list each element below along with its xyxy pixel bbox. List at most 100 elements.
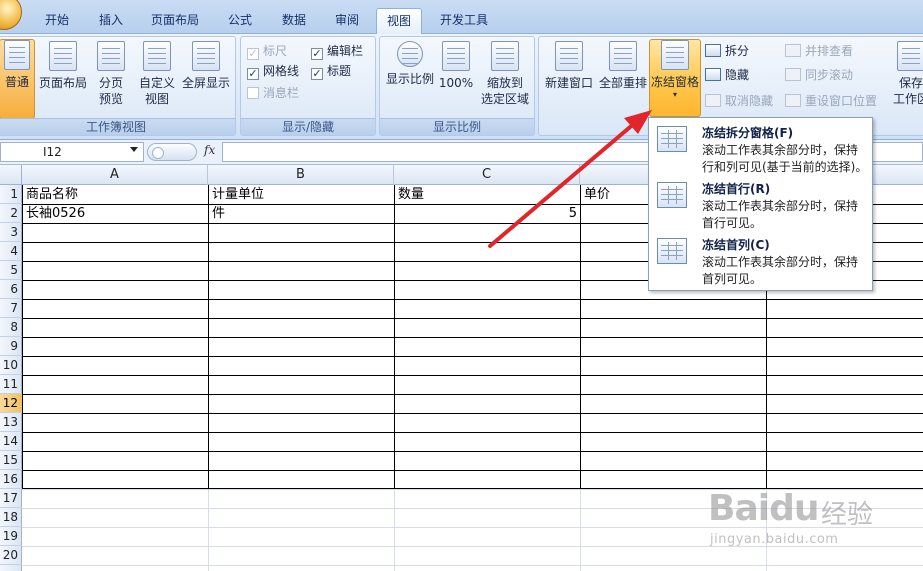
tab-developer[interactable]: 开发工具 <box>426 8 502 34</box>
watermark: Baidu 经验 jingyan.baidu.com <box>708 488 916 560</box>
headings-checkbox[interactable]: ✓ 标题 <box>311 61 351 81</box>
view-side-by-side-button[interactable]: 并排查看 <box>785 41 853 61</box>
cell-b1[interactable]: 计量单位 <box>209 185 394 204</box>
custom-views-button[interactable]: 自定义 视图 <box>137 41 177 107</box>
cell-c2[interactable]: 5 <box>395 204 580 223</box>
row-header[interactable]: 4 <box>0 242 22 261</box>
unhide-button[interactable]: 取消隐藏 <box>705 91 773 111</box>
tab-data[interactable]: 数据 <box>268 8 320 34</box>
tab-review[interactable]: 审阅 <box>322 8 372 34</box>
zoom-100-button[interactable]: 100% <box>438 41 474 91</box>
row-header[interactable]: 3 <box>0 223 22 242</box>
menu-item-freeze-top-row[interactable]: 冻结首行(R) 滚动工作表其余部分时，保持首行可见。 <box>651 176 870 232</box>
group-label-workbook-views: 工作簿视图 <box>0 118 235 135</box>
row-header[interactable]: 20 <box>0 546 22 565</box>
formula-bar-checkbox[interactable]: ✓ 编辑栏 <box>311 41 363 61</box>
tab-view[interactable]: 视图 <box>376 8 422 34</box>
normal-view-button[interactable]: 普通 <box>0 39 35 119</box>
message-bar-check-icon <box>247 87 259 99</box>
group-label-zoom: 显示比例 <box>380 118 534 135</box>
insert-function-icon[interactable]: fx <box>204 143 215 157</box>
cell-b2[interactable]: 件 <box>209 204 394 223</box>
save-workspace-label-1: 保存 <box>898 76 923 90</box>
menu-item-desc: 滚动工作表其余部分时，保持行和列可见(基于当前的选择)。 <box>702 143 868 174</box>
row-header[interactable]: 7 <box>0 299 22 318</box>
message-bar-checkbox[interactable]: 消息栏 <box>247 83 299 103</box>
row-header[interactable]: 6 <box>0 280 22 299</box>
tab-formulas[interactable]: 公式 <box>214 8 266 34</box>
save-workspace-icon <box>897 41 923 71</box>
tab-insert[interactable]: 插入 <box>86 8 136 34</box>
sync-scroll-button[interactable]: 同步滚动 <box>785 65 853 85</box>
new-window-button[interactable]: 新建窗口 <box>543 41 595 91</box>
menu-item-title: 冻结首行(R) <box>702 182 771 196</box>
menu-item-title: 冻结拆分窗格(F) <box>702 126 794 140</box>
save-workspace-button[interactable]: 保存 工作区 <box>889 41 923 107</box>
split-button[interactable]: 拆分 <box>705 41 749 61</box>
split-icon <box>705 44 721 57</box>
new-window-label: 新建窗口 <box>544 76 593 90</box>
tab-page-layout[interactable]: 页面布局 <box>138 8 212 34</box>
row-header[interactable]: 11 <box>0 375 22 394</box>
row-header[interactable]: 19 <box>0 527 22 546</box>
fullscreen-button[interactable]: 全屏显示 <box>179 41 233 91</box>
row-header-selected[interactable]: 12 <box>0 394 22 413</box>
normal-view-label: 普通 <box>4 75 29 89</box>
row-header[interactable]: 15 <box>0 451 22 470</box>
watermark-text: 经验 <box>821 500 874 530</box>
arrange-all-button[interactable]: 全部重排 <box>597 41 649 91</box>
fullscreen-label: 全屏显示 <box>181 76 230 90</box>
freeze-panes-button[interactable]: 冻结窗格 ▾ <box>649 39 701 117</box>
group-workbook-views: 普通 页面布局 分页 预览 自定义 视图 全屏显示 工作簿视图 <box>0 36 236 136</box>
freeze-panes-icon <box>661 40 689 70</box>
row-header[interactable]: 17 <box>0 489 22 508</box>
zoom-100-icon <box>442 41 470 71</box>
cell-a2[interactable]: 长袖0526 <box>23 204 208 223</box>
arrange-all-label: 全部重排 <box>598 76 647 90</box>
group-label-show-hide: 显示/隐藏 <box>241 118 375 135</box>
menu-item-desc: 滚动工作表其余部分时，保持首列可见。 <box>702 255 859 286</box>
column-header-a[interactable]: A <box>22 165 208 185</box>
row-header[interactable]: 16 <box>0 470 22 489</box>
arrange-all-icon <box>609 41 637 71</box>
magnifier-icon <box>397 41 423 67</box>
column-header-c[interactable]: C <box>394 165 580 185</box>
freeze-first-column-icon <box>657 238 687 264</box>
cell-a1[interactable]: 商品名称 <box>23 185 208 204</box>
reset-position-icon <box>785 94 801 107</box>
menu-item-freeze-first-column[interactable]: 冻结首列(C) 滚动工作表其余部分时，保持首列可见。 <box>651 232 870 288</box>
column-header-b[interactable]: B <box>208 165 394 185</box>
page-break-label-1: 分页 <box>98 76 123 90</box>
gridlines-checkbox[interactable]: ✓ 网格线 <box>247 61 299 81</box>
zoom-selection-label-2: 选定区域 <box>480 92 529 106</box>
page-layout-view-button[interactable]: 页面布局 <box>37 41 89 91</box>
zoom-to-selection-button[interactable]: 缩放到 选定区域 <box>478 41 532 107</box>
row-header[interactable]: 5 <box>0 261 22 280</box>
headings-check-icon: ✓ <box>311 67 323 80</box>
custom-views-icon <box>143 41 171 71</box>
formula-bar-expander[interactable] <box>147 143 197 161</box>
cell-c1[interactable]: 数量 <box>395 185 580 204</box>
row-header[interactable]: 10 <box>0 356 22 375</box>
zoom-button[interactable]: 显示比例 <box>384 41 436 87</box>
page-break-preview-button[interactable]: 分页 预览 <box>91 41 131 107</box>
row-header[interactable]: 13 <box>0 413 22 432</box>
name-box[interactable]: I12 <box>0 142 144 162</box>
zoom-label: 显示比例 <box>385 72 434 86</box>
hide-button[interactable]: 隐藏 <box>705 65 749 85</box>
row-header[interactable]: 18 <box>0 508 22 527</box>
row-header[interactable]: 8 <box>0 318 22 337</box>
menu-item-freeze-panes[interactable]: 冻结拆分窗格(F) 滚动工作表其余部分时，保持行和列可见(基于当前的选择)。 <box>651 120 870 176</box>
watermark-logo: Baidu <box>708 488 819 529</box>
ruler-checkbox[interactable]: ✓ 标尺 <box>247 41 287 61</box>
reset-window-position-button[interactable]: 重设窗口位置 <box>785 91 877 111</box>
office-button[interactable] <box>0 0 22 30</box>
zoom-selection-label-1: 缩放到 <box>486 76 523 90</box>
tab-home[interactable]: 开始 <box>30 8 84 34</box>
row-header[interactable]: 14 <box>0 432 22 451</box>
row-header[interactable]: 1 <box>0 185 22 204</box>
row-header[interactable]: 2 <box>0 204 22 223</box>
select-all-corner[interactable] <box>0 165 22 185</box>
row-header[interactable]: 9 <box>0 337 22 356</box>
name-box-dropdown-icon[interactable] <box>130 147 138 152</box>
